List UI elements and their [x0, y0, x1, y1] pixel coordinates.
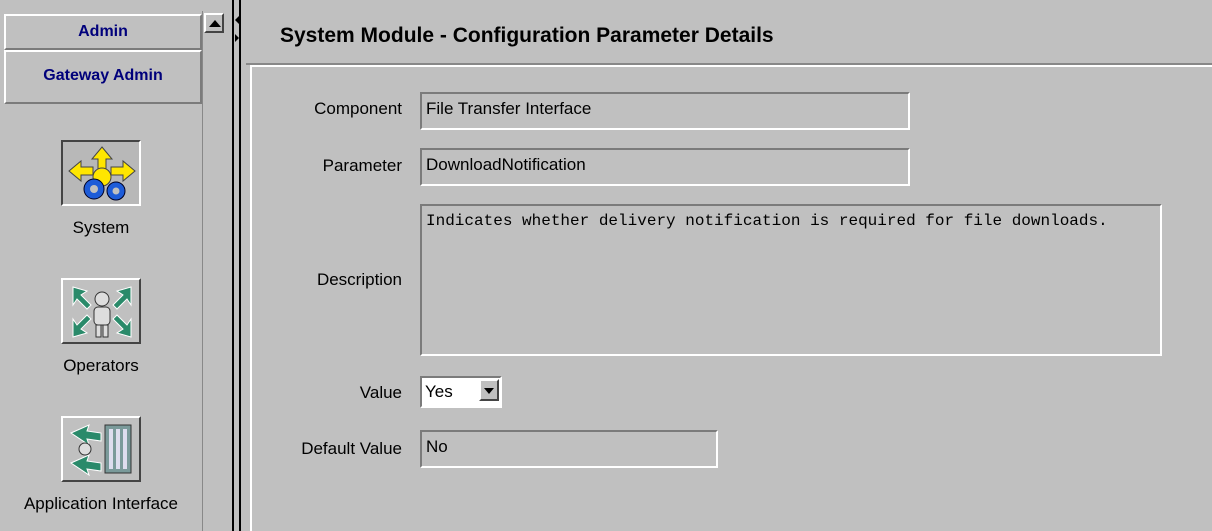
- default-value-field: No: [420, 430, 718, 468]
- parameter-label: Parameter: [322, 156, 402, 175]
- pane-splitter[interactable]: [226, 0, 246, 531]
- page-title: System Module - Configuration Parameter …: [280, 24, 774, 47]
- tab-admin[interactable]: Admin: [4, 14, 202, 50]
- value-select[interactable]: Yes: [420, 376, 502, 408]
- tab-gateway-admin[interactable]: Gateway Admin: [4, 50, 202, 104]
- scroll-up-arrow-icon[interactable]: [204, 13, 224, 33]
- component-field: File Transfer Interface: [420, 92, 910, 130]
- nav-label-system[interactable]: System: [0, 218, 202, 238]
- admin-navigator: Admin Gateway Admin System Operators App…: [0, 0, 202, 531]
- parameter-field: DownloadNotification: [420, 148, 910, 186]
- system-gears-icon[interactable]: [61, 140, 141, 206]
- description-textarea: Indicates whether delivery notification …: [420, 204, 1162, 356]
- collapse-left-arrow-icon[interactable]: [235, 16, 239, 24]
- description-label: Description: [316, 270, 402, 289]
- splitter-line: [239, 0, 241, 531]
- nav-label-application-interface[interactable]: Application Interface: [0, 494, 202, 514]
- splitter-line: [232, 0, 234, 531]
- default-value-label: Default Value: [301, 439, 402, 458]
- chevron-down-icon[interactable]: [479, 379, 499, 401]
- value-label: Value: [359, 383, 402, 402]
- value-selected-text: Yes: [425, 382, 453, 401]
- nav-label-operators[interactable]: Operators: [0, 356, 202, 376]
- expand-right-arrow-icon[interactable]: [235, 34, 239, 42]
- nav-scrollbar[interactable]: [202, 11, 227, 531]
- configuration-details-panel: System Module - Configuration Parameter …: [246, 0, 1212, 531]
- component-label: Component: [314, 99, 402, 118]
- operators-person-icon[interactable]: [61, 278, 141, 344]
- application-interface-icon[interactable]: [61, 416, 141, 482]
